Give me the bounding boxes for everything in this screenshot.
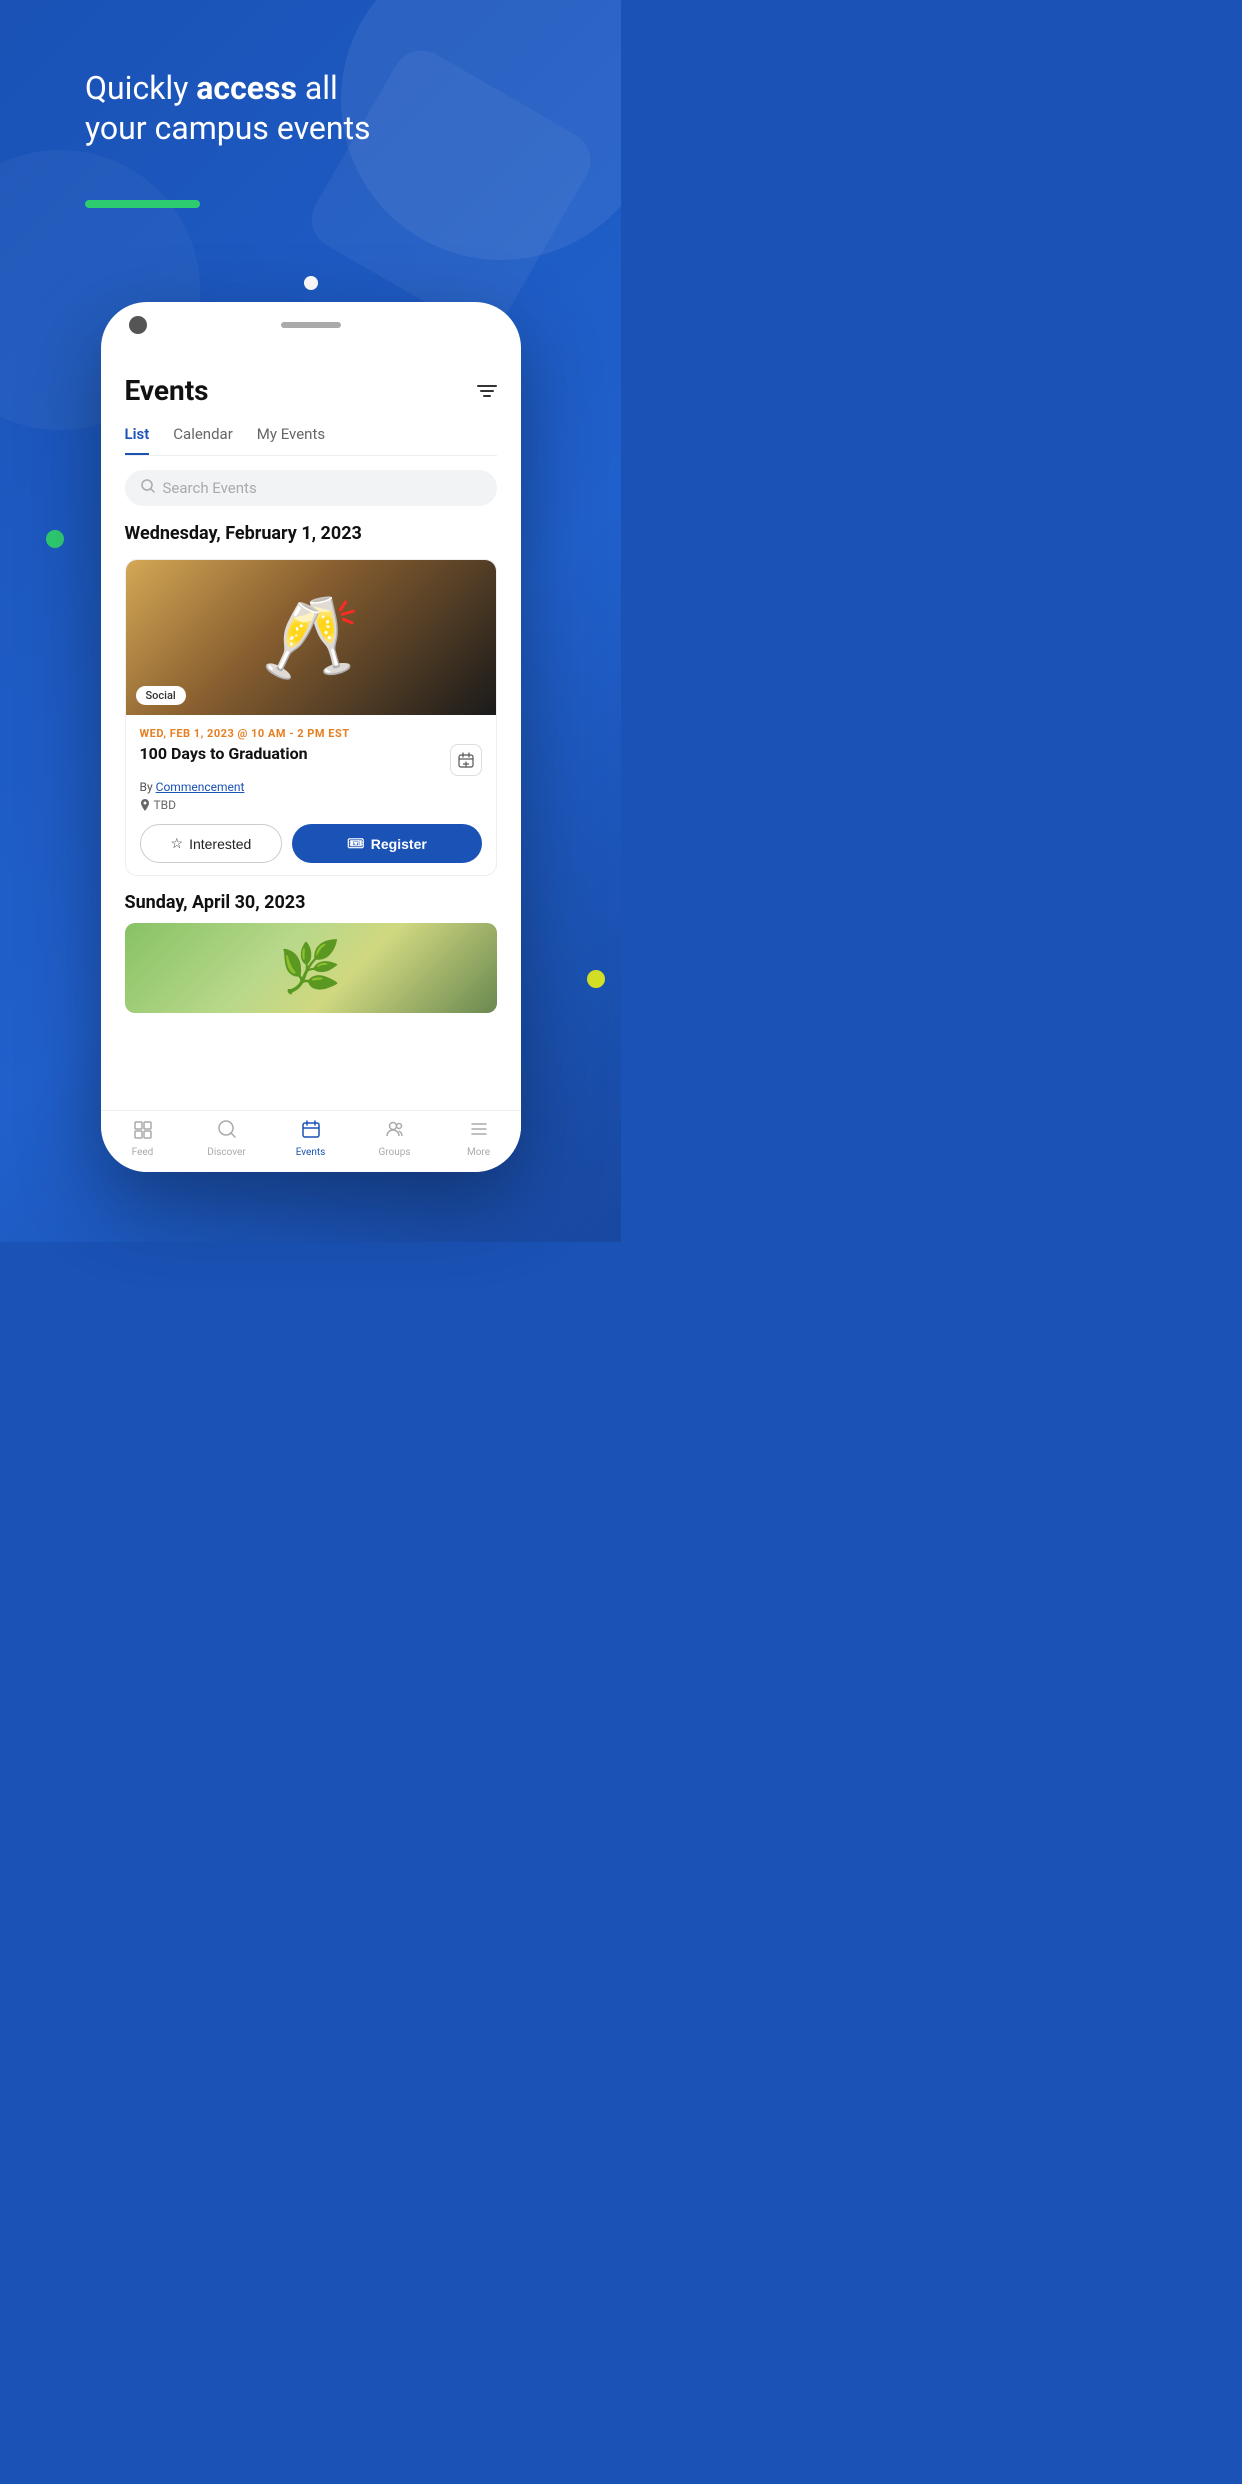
phone-camera <box>129 316 147 334</box>
tab-my-events[interactable]: My Events <box>257 419 325 455</box>
event-actions-1: ☆ Interested 🎟 Register <box>140 824 482 863</box>
app-content: Events List Calendar My Events <box>101 358 521 1013</box>
event-card-1: 🥂 Social WED, FEB 1, 2023 @ 10 AM - 2 PM… <box>125 559 497 876</box>
event-image-1: 🥂 Social <box>126 560 496 715</box>
tabs-bar: List Calendar My Events <box>125 419 497 456</box>
filter-line-1 <box>477 385 497 387</box>
register-button-1[interactable]: 🎟 Register <box>292 824 481 863</box>
hero-line1-end: all <box>297 69 338 107</box>
register-label: Register <box>371 836 427 852</box>
date-heading-2: Sunday, April 30, 2023 <box>125 892 497 913</box>
discover-icon <box>217 1119 237 1144</box>
phone-mockup: Events List Calendar My Events <box>101 302 521 1172</box>
event-date-label-1: WED, FEB 1, 2023 @ 10 AM - 2 PM EST <box>140 727 482 740</box>
date-heading-1: Wednesday, February 1, 2023 <box>125 522 497 545</box>
search-bar[interactable]: Search Events <box>125 470 497 506</box>
app-title: Events <box>125 374 209 407</box>
nav-label-events: Events <box>296 1147 326 1158</box>
event-name-1: 100 Days to Graduation <box>140 744 442 763</box>
events-icon <box>301 1119 321 1144</box>
tab-list[interactable]: List <box>125 419 150 455</box>
location-icon <box>140 799 150 811</box>
organizer-link-1[interactable]: Commencement <box>156 780 245 794</box>
more-icon <box>469 1119 489 1144</box>
calendar-add-button-1[interactable] <box>450 744 482 776</box>
filter-line-3 <box>483 395 491 397</box>
hero-line1: Quickly <box>85 69 196 107</box>
dot-yellow-right <box>587 970 605 988</box>
phone-speaker <box>281 322 341 328</box>
feed-icon <box>133 1119 153 1144</box>
event-image-2: 🌿 <box>125 923 497 1013</box>
phone-top-bar <box>101 302 521 334</box>
hero-line2: your campus events <box>85 109 371 147</box>
event-title-row-1: 100 Days to Graduation <box>140 744 482 776</box>
event-info-1: WED, FEB 1, 2023 @ 10 AM - 2 PM EST 100 … <box>126 715 496 875</box>
nav-item-groups[interactable]: Groups <box>353 1119 437 1158</box>
app-header: Events <box>125 358 497 419</box>
ticket-icon: 🎟 <box>347 835 365 852</box>
star-icon: ☆ <box>171 835 184 852</box>
app-scroll-area: Events List Calendar My Events <box>101 358 521 1110</box>
event-organizer-1: By Commencement <box>140 780 482 794</box>
hero-underline <box>85 200 200 208</box>
nav-label-discover: Discover <box>207 1147 246 1158</box>
nav-label-more: More <box>467 1147 490 1158</box>
hero-text: Quickly access all your campus events <box>85 68 371 148</box>
nav-item-events[interactable]: Events <box>269 1119 353 1158</box>
nav-item-discover[interactable]: Discover <box>185 1119 269 1158</box>
tab-calendar[interactable]: Calendar <box>173 419 233 455</box>
filter-button[interactable] <box>477 385 497 397</box>
hero-bold: access <box>196 69 297 107</box>
nav-item-feed[interactable]: Feed <box>101 1119 185 1158</box>
event-image-2-visual: 🌿 <box>125 923 497 1013</box>
interested-label: Interested <box>189 836 251 852</box>
dot-green-left <box>46 530 64 548</box>
event-location-1: TBD <box>140 798 482 812</box>
filter-line-2 <box>480 390 494 392</box>
interested-button-1[interactable]: ☆ Interested <box>140 824 283 863</box>
dot-center <box>304 276 318 290</box>
search-icon <box>141 479 155 497</box>
groups-icon <box>385 1119 405 1144</box>
location-text-1: TBD <box>154 798 177 812</box>
nav-item-more[interactable]: More <box>437 1119 521 1158</box>
nav-label-groups: Groups <box>378 1147 410 1158</box>
social-badge: Social <box>136 686 186 705</box>
bottom-nav: Feed Discover Events <box>101 1110 521 1172</box>
search-placeholder: Search Events <box>163 479 257 497</box>
nav-label-feed: Feed <box>132 1147 154 1158</box>
